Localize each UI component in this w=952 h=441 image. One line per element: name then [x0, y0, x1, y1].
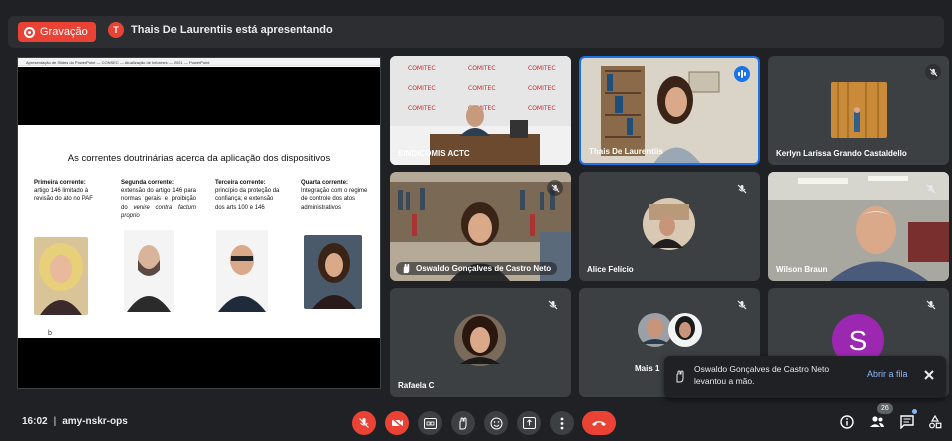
participant-name: Alice Felício — [587, 265, 634, 274]
raise-hand-icon — [676, 370, 684, 383]
activities-button[interactable] — [926, 413, 944, 431]
participant-tile[interactable]: Wilson Braun — [768, 172, 949, 281]
camera-toggle-button[interactable] — [385, 411, 409, 435]
participant-name: Oswaldo Gonçalves de Castro Neto — [416, 264, 552, 273]
raise-hand-button[interactable] — [451, 411, 475, 435]
record-icon — [24, 26, 35, 38]
slide-footer-mark: b — [48, 330, 52, 337]
presenter-indicator: T Thais De Laurentiis está apresentando — [108, 22, 333, 38]
people-button[interactable] — [868, 413, 886, 431]
backdrop-logo: COMITEC — [528, 105, 556, 112]
mic-off-icon — [547, 180, 563, 196]
participant-name: Wilson Braun — [776, 265, 828, 274]
mic-off-icon — [926, 297, 940, 311]
portrait-2 — [124, 230, 174, 312]
meeting-details-button[interactable] — [838, 413, 856, 431]
presentation-letterbox-top — [18, 67, 380, 125]
backdrop-logo: COMITEC — [408, 85, 436, 92]
recording-label: Gravação — [40, 26, 88, 38]
presentation-letterbox-bottom — [18, 338, 380, 388]
slide-column-4: Quarta corrente: Integração com o regime… — [301, 179, 369, 212]
portrait-1 — [34, 237, 88, 315]
avatar-initial: S — [849, 325, 868, 356]
column-heading: Quarta corrente: — [301, 180, 349, 186]
backdrop-logo: COMITEC — [528, 85, 556, 92]
captions-icon — [423, 417, 437, 429]
speaking-indicator-icon — [734, 66, 750, 82]
presentation-screen[interactable]: Apresentação de Slides do PowerPoint — C… — [17, 57, 381, 389]
participant-tile[interactable]: Kerlyn Larissa Grando Castaldello — [768, 56, 949, 165]
mic-toggle-button[interactable] — [352, 411, 376, 435]
column-heading: Primeira corrente: — [34, 180, 86, 186]
present-icon — [522, 417, 536, 429]
backdrop-logo: COMITEC — [408, 105, 436, 112]
chat-icon — [900, 415, 914, 429]
participant-name: SINDICOMIS ACTC — [398, 149, 470, 158]
presenter-avatar: T — [108, 22, 124, 38]
meeting-code: amy-nskr-ops — [62, 416, 128, 427]
slide-column-1: Primeira corrente: artigo 146 limitado à… — [34, 179, 109, 204]
clock: 16:02 — [22, 416, 48, 427]
participant-tile[interactable]: COMITEC COMITEC COMITEC COMITEC COMITEC COMI… — [390, 56, 571, 165]
emoji-icon — [490, 417, 502, 429]
backdrop-logo: COMITEC — [528, 65, 556, 72]
presentation-window-title: Apresentação de Slides do PowerPoint — C… — [18, 58, 380, 66]
recording-badge[interactable]: Gravação — [18, 22, 96, 42]
slide-column-3: Terceira corrente: princípio da proteção… — [215, 179, 281, 212]
presenter-text: Thais De Laurentiis está apresentando — [131, 24, 333, 36]
slide: As correntes doutrinárias acerca da apli… — [18, 125, 380, 339]
column-text: Integração com o regime de controle dos … — [301, 188, 368, 211]
mic-off-icon — [548, 297, 562, 311]
leave-call-button[interactable] — [582, 411, 616, 435]
backdrop-logo: COMITEC — [408, 65, 436, 72]
raised-hand-notification: Oswaldo Gonçalves de Castro Neto levanto… — [664, 356, 946, 398]
participant-name: Kerlyn Larissa Grando Castaldello — [776, 149, 907, 158]
participant-tile[interactable]: Alice Felício — [579, 172, 760, 281]
participant-tile-active-speaker[interactable]: Thais De Laurentiis — [579, 56, 760, 165]
participant-name: Mais 1 — [635, 364, 660, 373]
column-heading: Segunda corrente: — [121, 180, 175, 186]
participant-name: Thais De Laurentiis — [589, 147, 663, 156]
present-now-button[interactable] — [517, 411, 541, 435]
mic-off-icon — [737, 297, 751, 311]
notification-message: Oswaldo Gonçalves de Castro Neto levanto… — [694, 364, 830, 386]
participant-tile[interactable]: Rafaela C — [390, 288, 571, 397]
slide-column-2: Segunda corrente: extensão do artigo 146… — [121, 179, 196, 220]
raise-hand-icon — [459, 416, 467, 429]
meeting-info: 16:02 | amy-nskr-ops — [22, 416, 128, 427]
chat-button[interactable] — [898, 413, 916, 431]
reactions-button[interactable] — [484, 411, 508, 435]
more-options-icon — [560, 417, 564, 429]
camera-off-icon — [391, 417, 403, 429]
people-icon — [870, 416, 884, 427]
open-queue-button[interactable]: Abrir a fila — [867, 369, 908, 379]
mic-off-icon — [737, 181, 751, 195]
slide-title: As correntes doutrinárias acerca da apli… — [67, 153, 331, 164]
participant-name: Rafaela C — [398, 381, 435, 390]
close-icon[interactable] — [922, 368, 936, 382]
raise-hand-icon — [403, 263, 410, 274]
activities-icon — [929, 415, 942, 429]
more-options-button[interactable] — [550, 411, 574, 435]
column-italic: venire contra factum proprio — [121, 204, 196, 219]
top-bar: Gravação T Thais De Laurentiis está apre… — [8, 16, 944, 48]
separator: | — [53, 416, 57, 427]
mic-off-icon — [925, 64, 941, 80]
captions-button[interactable] — [418, 411, 442, 435]
mic-off-icon — [926, 181, 940, 195]
column-heading: Terceira corrente: — [215, 180, 266, 186]
bottom-bar: 16:02 | amy-nskr-ops 26 — [0, 403, 952, 441]
end-call-icon — [592, 421, 606, 426]
portrait-3 — [216, 230, 268, 312]
column-text: princípio da proteção da confiança; e ex… — [215, 188, 280, 211]
mic-off-icon — [359, 418, 369, 428]
backdrop-logo: COMITEC — [468, 85, 496, 92]
participant-tile[interactable]: Oswaldo Gonçalves de Castro Neto — [390, 172, 571, 281]
participant-name-chip: Oswaldo Gonçalves de Castro Neto — [396, 262, 558, 275]
column-text: artigo 146 limitado à revisão do ato no … — [34, 188, 93, 203]
portrait-4 — [304, 235, 362, 309]
backdrop-logo: COMITEC — [468, 65, 496, 72]
info-icon — [840, 415, 854, 429]
